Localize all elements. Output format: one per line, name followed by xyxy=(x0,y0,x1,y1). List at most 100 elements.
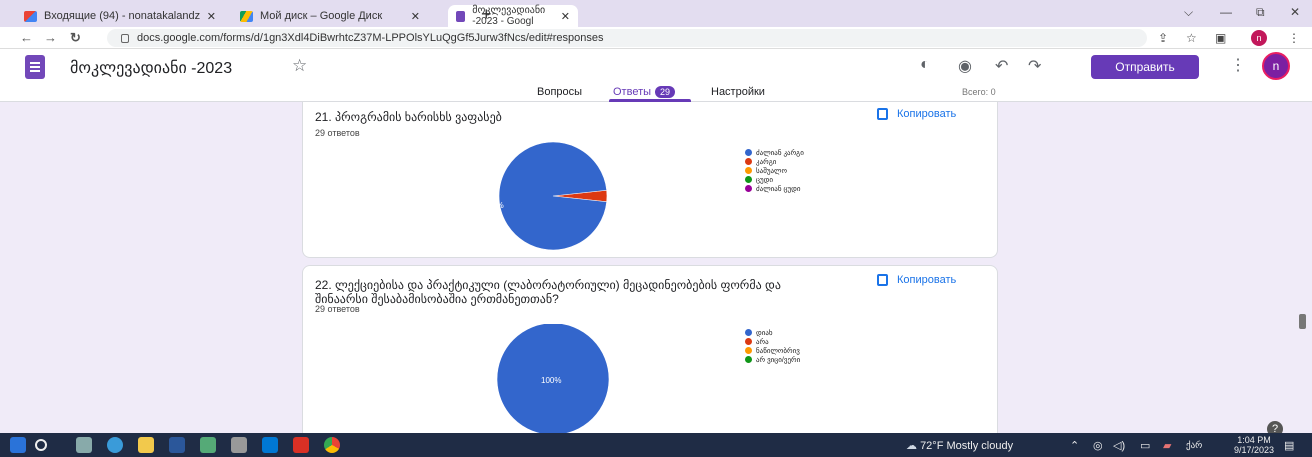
acrobat-icon[interactable] xyxy=(293,437,309,453)
tab-label: Входящие (94) - nonatakalandz xyxy=(44,10,201,22)
redo-icon[interactable]: ↷ xyxy=(1028,56,1041,76)
browser-menu-icon[interactable]: ⋮ xyxy=(1288,31,1300,45)
task-view-icon[interactable] xyxy=(76,437,92,453)
legend-swatch xyxy=(745,338,752,345)
legend-item: დიახ xyxy=(745,328,800,337)
lock-icon xyxy=(121,33,129,43)
gmail-icon xyxy=(24,10,37,22)
tab-drive[interactable]: Мой диск – Google Диск ✕ xyxy=(232,5,428,27)
legend-item: ძალიან კარგი xyxy=(745,148,804,157)
tab-search-icon[interactable]: ⌵ xyxy=(1184,5,1193,20)
legend-item: არა xyxy=(745,337,800,346)
more-options-icon[interactable]: ⋮ xyxy=(1230,55,1246,75)
copy-label: Копировать xyxy=(897,274,957,286)
legend-swatch xyxy=(745,347,752,354)
new-tab-button[interactable]: + xyxy=(481,4,492,25)
legend-label: ცუდი xyxy=(756,176,774,184)
share-icon[interactable]: ⇪ xyxy=(1158,31,1168,45)
address-bar[interactable]: docs.google.com/forms/d/1gn3Xdl4DiBwrhtc… xyxy=(107,29,1147,47)
app-icon[interactable] xyxy=(200,437,216,453)
response-count: 29 ответов xyxy=(315,128,360,138)
slice-label: 96,6% xyxy=(481,201,504,210)
send-button[interactable]: Отправить xyxy=(1091,55,1199,79)
star-icon[interactable]: ☆ xyxy=(292,56,307,76)
minimize-button[interactable]: — xyxy=(1220,5,1232,19)
file-explorer-icon[interactable] xyxy=(138,437,154,453)
sidebar-icon[interactable]: ▣ xyxy=(1215,31,1226,45)
legend-swatch xyxy=(745,356,752,363)
volume-icon[interactable]: ◁) xyxy=(1113,439,1125,452)
legend-swatch xyxy=(745,176,752,183)
legend-item: კარგი xyxy=(745,157,804,166)
chart-legend: დიახ არა ნაწილობრივ არ ვიცი/ვერი xyxy=(745,328,800,364)
windows-taskbar: ☁ 72°F Mostly cloudy ⌃ ◎ ◁) ▭ ▰ ქარ 1:04… xyxy=(0,433,1312,457)
legend-label: დიახ xyxy=(756,329,773,337)
legend-label: საშუალო xyxy=(756,167,788,175)
legend-item: საშუალო xyxy=(745,166,804,175)
url-text: docs.google.com/forms/d/1gn3Xdl4DiBwrhtc… xyxy=(137,32,604,44)
legend-swatch xyxy=(745,149,752,156)
copy-chart-button[interactable]: Копировать xyxy=(877,274,956,286)
start-icon[interactable] xyxy=(10,437,26,453)
pie-chart: 96,6% xyxy=(481,142,608,251)
reload-icon[interactable]: ↻ xyxy=(70,30,81,46)
close-tab-icon[interactable]: ✕ xyxy=(411,10,420,23)
legend-item: ნაწილობრივ xyxy=(745,346,800,355)
browser-tab-strip: Входящие (94) - nonatakalandz ✕ Мой диск… xyxy=(0,0,1312,27)
tab-forms[interactable]: მოკლევადიანი -2023 - Googl ✕ xyxy=(448,5,578,27)
forms-logo-icon[interactable] xyxy=(25,55,45,79)
wifi-icon[interactable]: ▭ xyxy=(1140,439,1150,452)
forms-header: მოკლევადიანი -2023 ☆ ◐ ◉ ↶ ↷ Отправить ⋮… xyxy=(0,49,1312,102)
app-icon[interactable] xyxy=(231,437,247,453)
question-title: 22. ლექციებისა და პრაქტიკული (ლაბორატორი… xyxy=(315,278,781,306)
question-title: 21. პროგრამის ხარისხს ვაფასებ xyxy=(315,110,502,124)
form-title[interactable]: მოკლევადიანი -2023 xyxy=(70,58,232,78)
clock-date: 9/17/2023 xyxy=(1234,445,1275,455)
battery-icon[interactable]: ▰ xyxy=(1163,439,1171,452)
response-count: 29 ответов xyxy=(315,304,360,314)
account-avatar[interactable]: n xyxy=(1262,52,1290,80)
weather-widget[interactable]: ☁ 72°F Mostly cloudy xyxy=(906,439,1013,452)
bookmark-star-icon[interactable]: ☆ xyxy=(1186,31,1197,45)
tab-responses[interactable]: Ответы 29 xyxy=(613,86,676,98)
tray-chevron-icon[interactable]: ⌃ xyxy=(1070,439,1079,452)
search-icon[interactable] xyxy=(35,439,47,451)
preview-eye-icon[interactable]: ◉ xyxy=(958,56,972,76)
back-icon[interactable]: ← xyxy=(20,30,33,45)
tab-settings[interactable]: Настройки xyxy=(711,86,765,98)
legend-swatch xyxy=(745,329,752,336)
chrome-icon[interactable] xyxy=(324,437,340,453)
undo-icon[interactable]: ↶ xyxy=(995,56,1008,76)
edge-icon[interactable] xyxy=(107,437,123,453)
copy-label: Копировать xyxy=(897,108,957,120)
forward-icon[interactable]: → xyxy=(44,30,57,45)
clock-time: 1:04 PM xyxy=(1237,435,1271,445)
outlook-icon[interactable] xyxy=(262,437,278,453)
close-window-button[interactable]: ✕ xyxy=(1290,5,1300,19)
legend-label: ნაწილობრივ xyxy=(756,347,800,355)
close-tab-icon[interactable]: ✕ xyxy=(207,10,216,23)
legend-swatch xyxy=(745,167,752,174)
word-icon[interactable] xyxy=(169,437,185,453)
tab-questions[interactable]: Вопросы xyxy=(537,86,582,98)
restore-button[interactable]: ⧉ xyxy=(1256,5,1265,20)
forms-icon xyxy=(456,10,466,22)
network-icon[interactable]: ◎ xyxy=(1093,439,1103,452)
clock[interactable]: 1:04 PM 9/17/2023 xyxy=(1234,435,1274,455)
total-points: Всего: 0 xyxy=(962,87,996,97)
legend-label: ძალიან კარგი xyxy=(756,149,804,157)
language-indicator[interactable]: ქარ xyxy=(1186,440,1202,451)
palette-icon[interactable]: ◐ xyxy=(920,56,930,74)
copy-icon xyxy=(877,274,888,286)
legend-label: არა xyxy=(756,338,769,346)
profile-avatar[interactable]: n xyxy=(1251,30,1267,46)
page-scrollbar-thumb[interactable] xyxy=(1299,314,1306,329)
tab-gmail[interactable]: Входящие (94) - nonatakalandz ✕ xyxy=(16,5,224,27)
tab-responses-label: Ответы xyxy=(613,86,652,98)
copy-chart-button[interactable]: Копировать xyxy=(877,108,956,120)
notifications-icon[interactable]: ▤ xyxy=(1284,439,1294,452)
legend-item: არ ვიცი/ვერი xyxy=(745,355,800,364)
slice-label: 100% xyxy=(541,376,561,385)
close-tab-icon[interactable]: ✕ xyxy=(561,10,570,23)
copy-icon xyxy=(877,108,888,120)
